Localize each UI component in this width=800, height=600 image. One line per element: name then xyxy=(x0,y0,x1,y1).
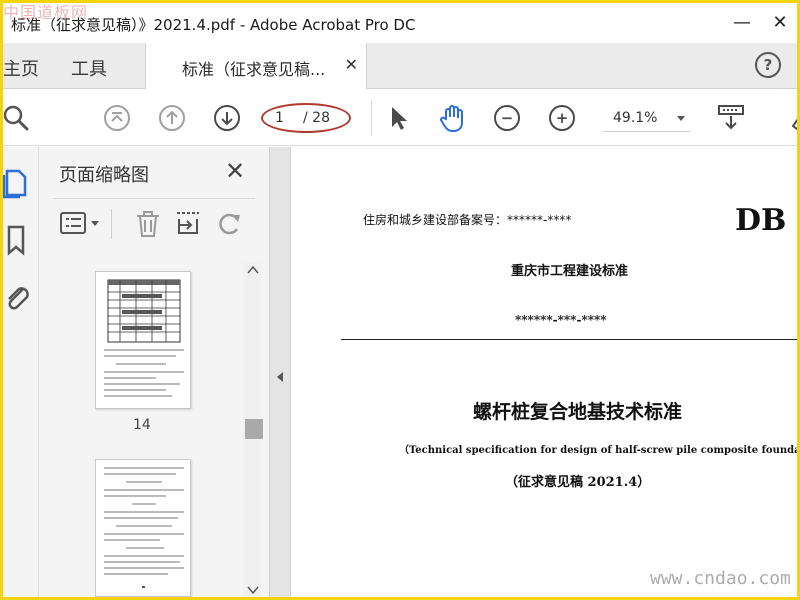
previous-page-icon[interactable] xyxy=(156,102,188,134)
tab-document-label: 标准（征求意见稿... xyxy=(182,60,326,79)
standard-code: ******-***-**** xyxy=(515,313,607,327)
app-window: 中国道板网 标准（征求意见稿）》2021.4.pdf - Adobe Acrob… xyxy=(3,3,797,597)
hand-tool-icon[interactable] xyxy=(437,102,469,134)
pen-icon[interactable] xyxy=(779,102,797,134)
page-number-field[interactable]: 1 / 28 xyxy=(261,103,351,133)
minimize-button[interactable]: — xyxy=(727,11,757,35)
toolbar: 1 / 28 − + 49.1% xyxy=(3,90,797,146)
standard-organization: 重庆市工程建设标准 xyxy=(511,264,629,279)
standard-series: DB xyxy=(735,203,787,238)
scrollbar-thumb[interactable] xyxy=(245,419,263,439)
panel-close-icon[interactable]: ✕ xyxy=(225,157,245,185)
collapse-arrow-icon xyxy=(277,372,283,382)
panel-title: 页面缩略图 xyxy=(59,165,149,186)
page-thumbnail-15[interactable] xyxy=(95,459,191,597)
tab-bar: 主页 工具 标准（征求意见稿... ✕ ? xyxy=(3,43,797,89)
tab-home[interactable]: 主页 xyxy=(3,55,39,81)
extract-pages-icon[interactable] xyxy=(173,209,203,239)
scroll-down-icon[interactable] xyxy=(247,585,259,595)
chevron-down-icon xyxy=(677,116,685,121)
delete-icon[interactable] xyxy=(133,209,163,239)
zoom-out-icon[interactable]: − xyxy=(494,105,520,131)
panel-divider xyxy=(53,198,255,199)
document-subtitle: （Technical specification for design of h… xyxy=(399,445,797,456)
tab-document[interactable]: 标准（征求意见稿... ✕ xyxy=(145,43,367,89)
navigation-rail xyxy=(3,147,39,597)
page-thumbnails-icon[interactable] xyxy=(3,163,33,203)
select-cursor-icon[interactable] xyxy=(383,102,415,134)
panel-tool-divider xyxy=(111,209,113,239)
scroll-up-icon[interactable] xyxy=(247,265,259,275)
record-number: 住房和城乡建设部备案号：******-**** xyxy=(363,213,572,227)
search-icon[interactable] xyxy=(3,102,35,134)
bookmark-icon[interactable] xyxy=(3,223,33,257)
tab-close-button[interactable]: ✕ xyxy=(345,55,358,74)
title-bar: 中国道板网 标准（征求意见稿）》2021.4.pdf - Adobe Acrob… xyxy=(3,3,797,43)
page-thumbnail-14[interactable] xyxy=(95,271,191,409)
rotate-icon[interactable] xyxy=(215,209,245,239)
panel-collapse-handle[interactable] xyxy=(269,147,291,597)
attachment-icon[interactable] xyxy=(3,281,33,315)
thumbnails-scrollbar[interactable] xyxy=(243,263,263,597)
current-page-input[interactable]: 1 xyxy=(275,110,284,126)
document-page: 住房和城乡建设部备案号：******-**** DB 重庆市工程建设标准 ***… xyxy=(291,147,797,597)
zoom-in-icon[interactable]: + xyxy=(549,105,575,131)
document-title: 螺杆桩复合地基技术标准 xyxy=(473,401,683,423)
zoom-dropdown[interactable]: 49.1% xyxy=(603,106,691,132)
thumbnail-page-number: 14 xyxy=(133,417,151,433)
help-icon[interactable]: ? xyxy=(755,52,781,78)
next-page-icon[interactable] xyxy=(211,102,243,134)
scroll-mode-icon[interactable] xyxy=(715,102,747,134)
total-pages-label: / 28 xyxy=(303,110,330,126)
draft-note: （征求意见稿 2021.4） xyxy=(505,475,651,490)
window-title: 标准（征求意见稿）》2021.4.pdf - Adobe Acrobat Pro… xyxy=(11,16,416,34)
thumbnails-panel: 页面缩略图 ✕ 14 xyxy=(39,147,269,597)
close-window-button[interactable]: ✕ xyxy=(765,11,795,35)
toolbar-divider xyxy=(371,100,372,136)
title-rule xyxy=(341,339,797,340)
first-page-icon[interactable] xyxy=(101,102,133,134)
zoom-value: 49.1% xyxy=(613,110,658,126)
options-menu-icon[interactable] xyxy=(59,209,103,239)
tab-tools[interactable]: 工具 xyxy=(71,55,107,81)
watermark-bottom: www.cndao.com xyxy=(650,568,791,589)
